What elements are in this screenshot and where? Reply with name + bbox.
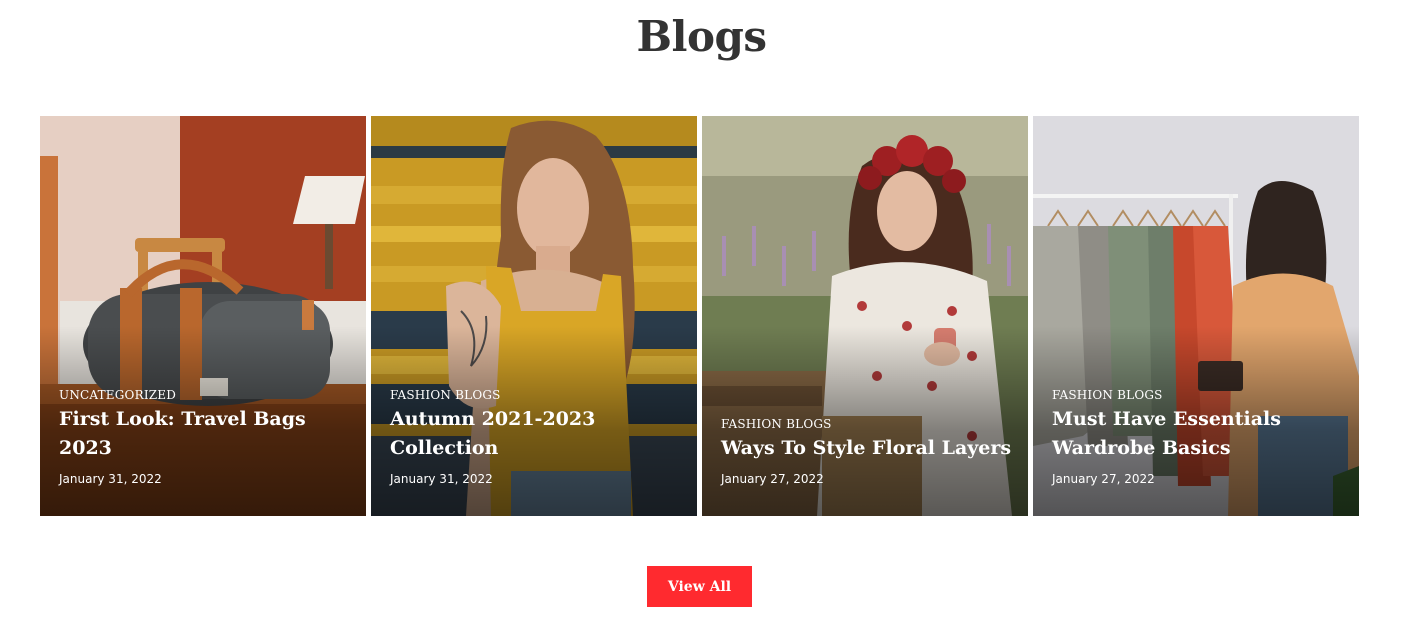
post-title[interactable]: Must Have Essentials Wardrobe Basics: [1052, 405, 1345, 463]
post-category[interactable]: FASHION BLOGS: [390, 388, 683, 402]
blog-card-floral-layers[interactable]: FASHION BLOGS Ways To Style Floral Layer…: [702, 116, 1028, 516]
post-date: January 27, 2022: [721, 472, 824, 486]
blog-grid: UNCATEGORIZED First Look: Travel Bags 20…: [40, 116, 1360, 516]
card-meta: FASHION BLOGS Ways To Style Floral Layer…: [721, 417, 1014, 486]
post-category[interactable]: FASHION BLOGS: [721, 417, 1014, 431]
post-title[interactable]: Autumn 2021-2023 Collection: [390, 405, 683, 463]
post-title[interactable]: First Look: Travel Bags 2023: [59, 405, 352, 463]
blog-card-autumn-collection[interactable]: FASHION BLOGS Autumn 2021-2023 Collectio…: [371, 116, 697, 516]
blog-card-travel-bags[interactable]: UNCATEGORIZED First Look: Travel Bags 20…: [40, 116, 366, 516]
blog-card-wardrobe-basics[interactable]: FASHION BLOGS Must Have Essentials Wardr…: [1033, 116, 1359, 516]
post-date: January 31, 2022: [59, 472, 162, 486]
section-title: Blogs: [636, 12, 767, 61]
post-category[interactable]: FASHION BLOGS: [1052, 388, 1345, 402]
view-all-button[interactable]: View All: [647, 566, 752, 607]
card-meta: UNCATEGORIZED First Look: Travel Bags 20…: [59, 388, 352, 486]
card-meta: FASHION BLOGS Autumn 2021-2023 Collectio…: [390, 388, 683, 486]
post-category[interactable]: UNCATEGORIZED: [59, 388, 352, 402]
post-date: January 27, 2022: [1052, 472, 1155, 486]
post-date: January 31, 2022: [390, 472, 493, 486]
card-meta: FASHION BLOGS Must Have Essentials Wardr…: [1052, 388, 1345, 486]
post-title[interactable]: Ways To Style Floral Layers: [721, 434, 1014, 463]
